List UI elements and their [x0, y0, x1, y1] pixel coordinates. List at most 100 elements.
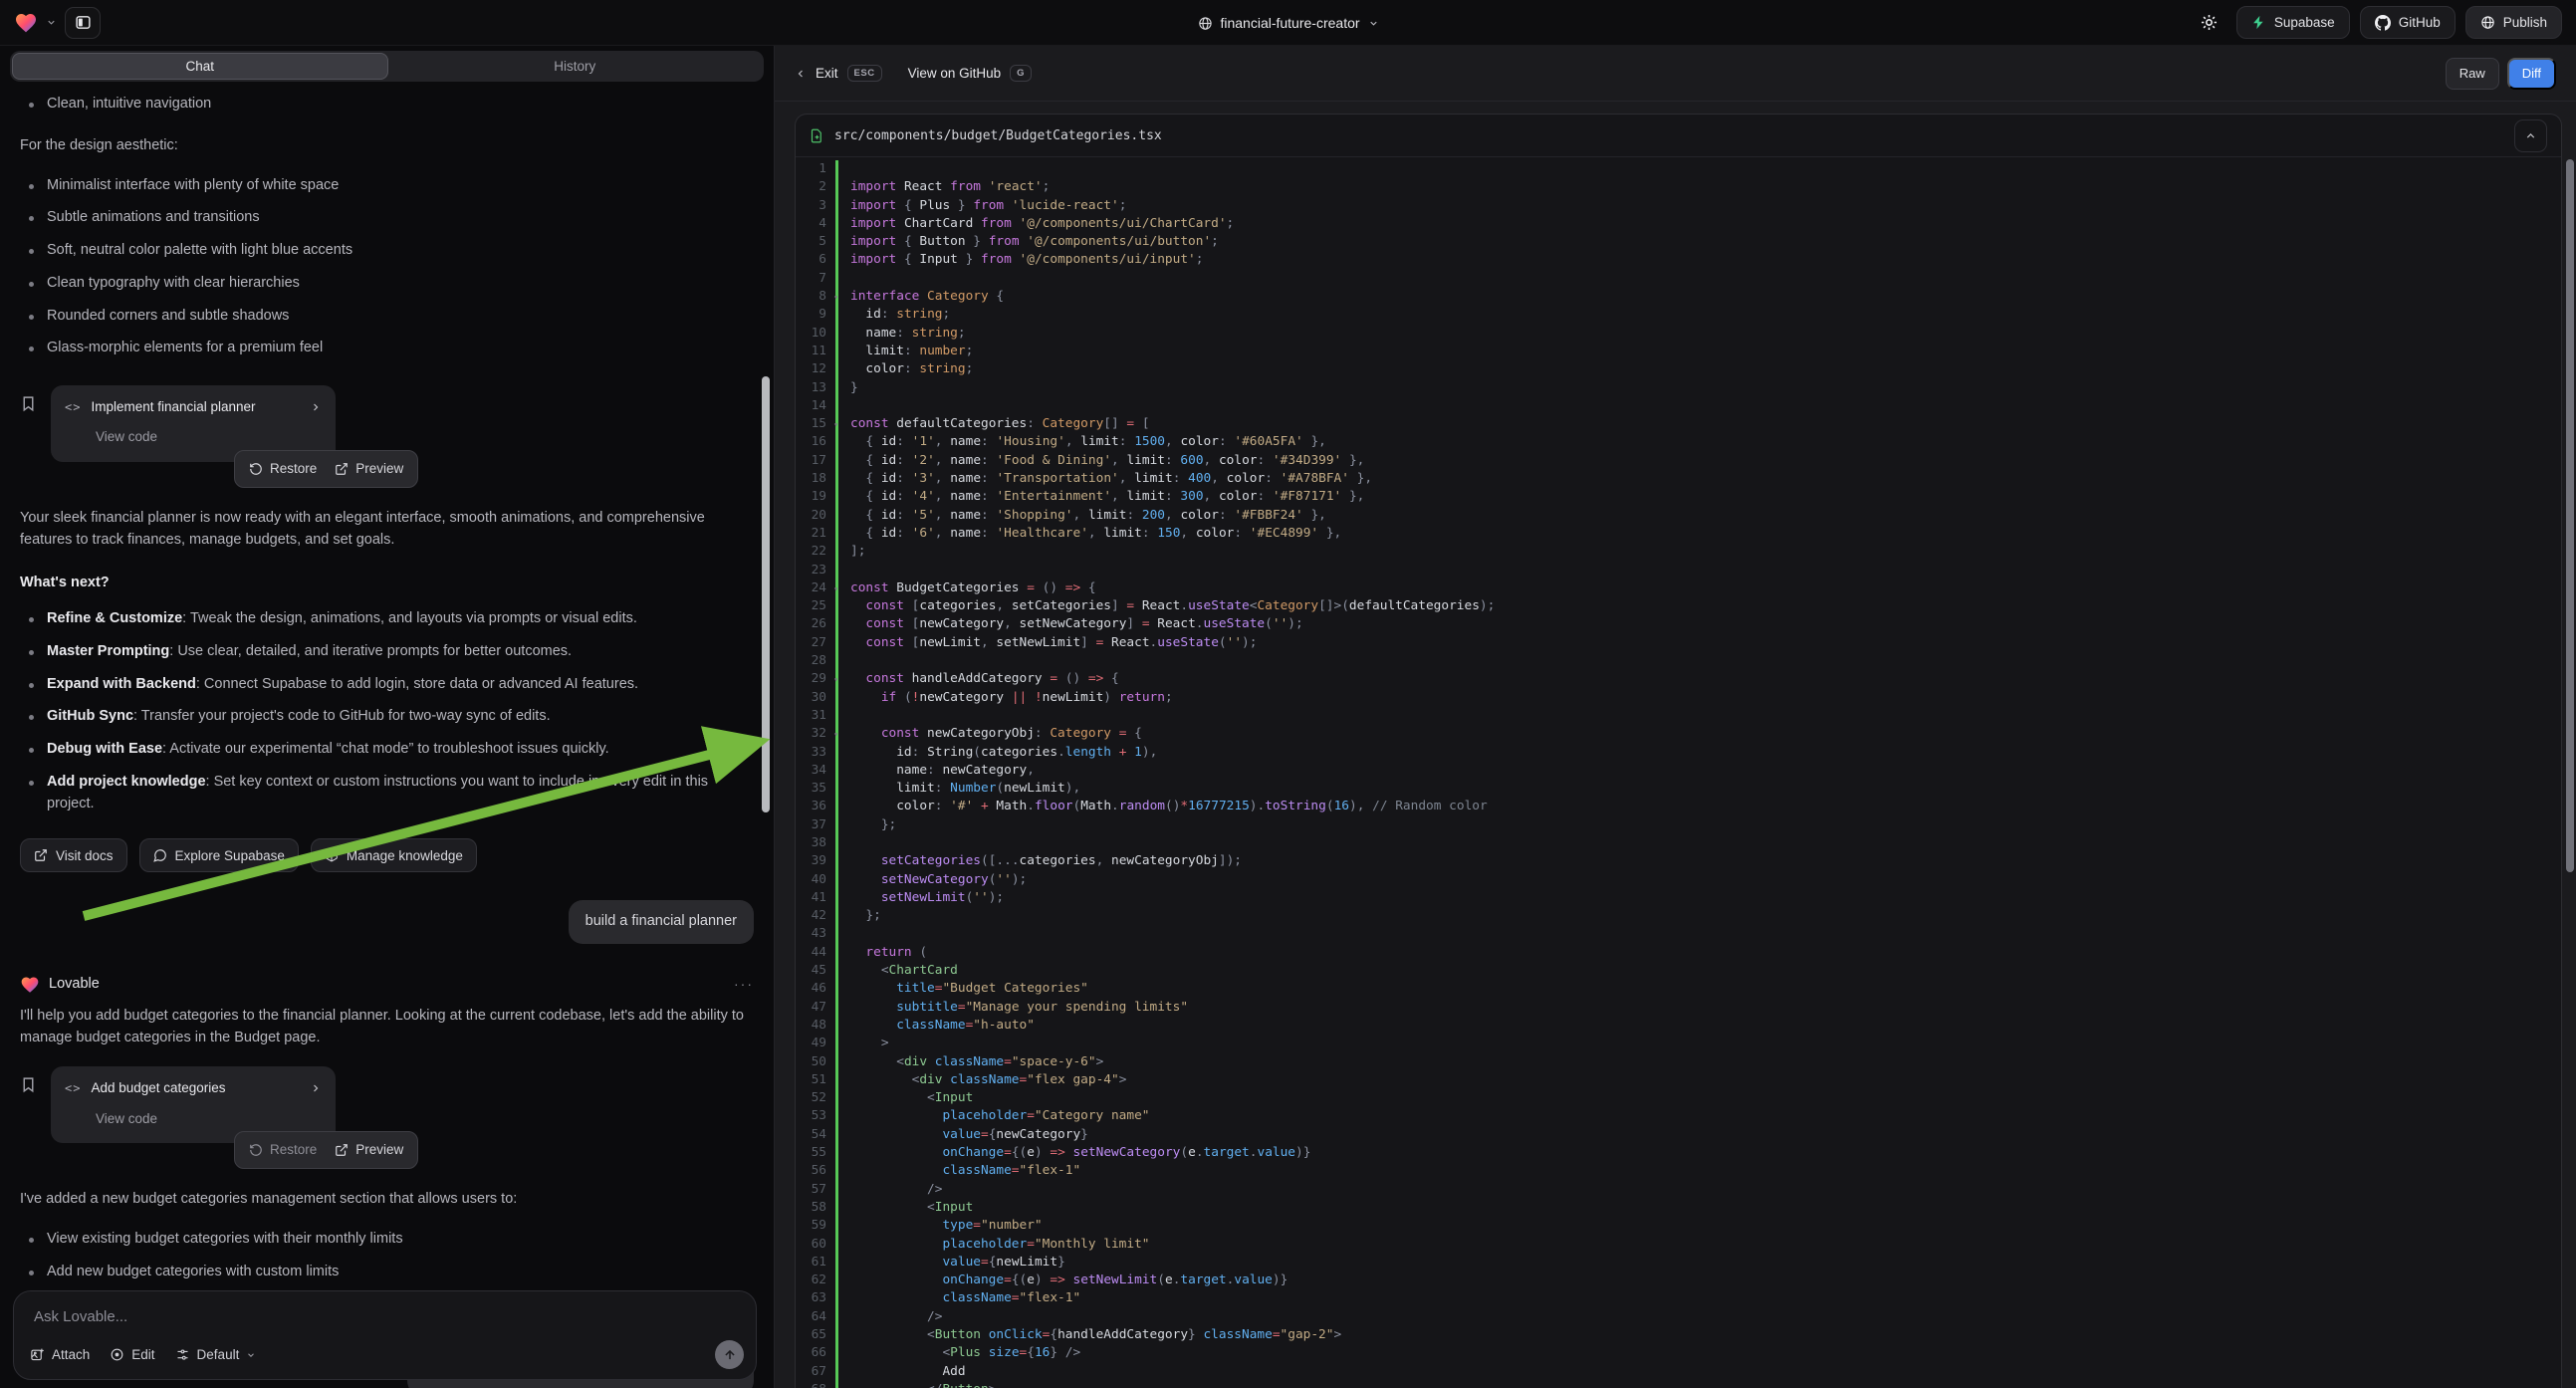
code-line: 50 <div className="space-y-6">: [796, 1053, 2561, 1071]
publish-globe-icon: [2480, 15, 2495, 30]
chevron-up-icon: [2524, 129, 2537, 142]
project-name: financial-future-creator: [1220, 15, 1359, 31]
version-actions: Restore Preview: [234, 450, 418, 488]
list-item: Refine & Customize: Tweak the design, an…: [20, 608, 754, 630]
view-on-github-button[interactable]: View on GitHub G: [908, 65, 1032, 82]
message-circle-icon: [153, 848, 167, 862]
top-bar: financial-future-creator Supabase GitHub: [0, 0, 2576, 46]
code-line: 52 <Input: [796, 1089, 2561, 1107]
code-scrollbar[interactable]: [2566, 159, 2574, 872]
raw-toggle-button[interactable]: Raw: [2446, 58, 2499, 90]
chevron-left-icon: [795, 68, 807, 80]
chat-panel: Chat History Clean, intuitive navigation…: [0, 46, 775, 1388]
code-line: 57 />: [796, 1181, 2561, 1199]
user-message: build a financial planner: [569, 900, 754, 944]
list-item: Master Prompting: Use clear, detailed, a…: [20, 641, 754, 663]
code-line: 40 setNewCategory('');: [796, 871, 2561, 889]
chevron-down-icon[interactable]: [46, 17, 57, 28]
manage-knowledge-button[interactable]: Manage knowledge: [311, 838, 477, 872]
restore-icon: [249, 1143, 263, 1157]
code-line: 27 const [newLimit, setNewLimit] = React…: [796, 634, 2561, 652]
prompt-input-box[interactable]: Ask Lovable... Attach Edit Default: [13, 1290, 757, 1380]
code-line: 55 onChange={(e) => setNewCategory(e.tar…: [796, 1144, 2561, 1162]
chat-scrollbar[interactable]: [762, 376, 770, 812]
code-line: 42 };: [796, 907, 2561, 925]
file-path: src/components/budget/BudgetCategories.t…: [834, 128, 2504, 143]
view-code-link[interactable]: View code: [96, 427, 322, 447]
chevron-down-icon: [1368, 18, 1379, 29]
preview-button[interactable]: Preview: [335, 1140, 403, 1160]
code-line: 68 </Button>: [796, 1381, 2561, 1388]
chat-messages[interactable]: Clean, intuitive navigation For the desi…: [0, 82, 774, 1388]
list-item: Add project knowledge: Set key context o…: [20, 772, 754, 815]
project-switcher[interactable]: financial-future-creator: [1197, 0, 1378, 46]
view-code-link[interactable]: View code: [96, 1109, 322, 1129]
settings-gear-button[interactable]: [2193, 6, 2226, 40]
list-item: Clean, intuitive navigation: [20, 94, 754, 116]
diff-toggle-button[interactable]: Diff: [2507, 58, 2556, 90]
bookmark-icon[interactable]: [20, 395, 37, 412]
chevron-right-icon: [310, 1082, 322, 1094]
attach-button[interactable]: Attach: [30, 1347, 90, 1362]
code-line: 23: [796, 562, 2561, 579]
code-line: 61 value={newLimit}: [796, 1254, 2561, 1272]
collapse-file-button[interactable]: [2514, 119, 2547, 152]
code-line: 62 onChange={(e) => setNewLimit(e.target…: [796, 1272, 2561, 1289]
code-line: 49 >: [796, 1035, 2561, 1052]
code-line: 51 <div className="flex gap-4">: [796, 1071, 2561, 1089]
version-card-title: Add budget categories: [91, 1078, 300, 1098]
list-item: Subtle animations and transitions: [20, 207, 754, 229]
code-editor[interactable]: 1 2import React from 'react';3import { P…: [796, 157, 2561, 1388]
code-line: 20 { id: '5', name: 'Shopping', limit: 2…: [796, 507, 2561, 525]
whats-next-list: Refine & Customize: Tweak the design, an…: [20, 608, 754, 814]
message-menu-button[interactable]: ···: [734, 974, 754, 995]
code-line: 58 <Input: [796, 1199, 2561, 1217]
code-line: 31: [796, 707, 2561, 725]
lovable-avatar: [20, 975, 40, 995]
code-line: 3import { Plus } from 'lucide-react';: [796, 197, 2561, 215]
code-line: 67 Add: [796, 1363, 2561, 1381]
code-line: 9 id: string;: [796, 306, 2561, 324]
exit-button[interactable]: Exit ESC: [795, 65, 882, 82]
model-selector[interactable]: Default: [175, 1347, 257, 1362]
sliders-icon: [175, 1347, 190, 1362]
code-line: 48 className="h-auto": [796, 1017, 2561, 1035]
sidebar-toggle-button[interactable]: [65, 7, 101, 39]
whats-next-heading: What's next?: [20, 573, 754, 594]
code-line: 38: [796, 834, 2561, 852]
file-plus-icon: [810, 128, 824, 143]
tab-history[interactable]: History: [388, 53, 763, 80]
code-line: 6import { Input } from '@/components/ui/…: [796, 251, 2561, 269]
version-card-title: Implement financial planner: [91, 397, 300, 417]
send-button[interactable]: [715, 1340, 744, 1369]
code-line: 47 subtitle="Manage your spending limits…: [796, 999, 2561, 1017]
code-line: 10 name: string;: [796, 325, 2561, 343]
supabase-button[interactable]: Supabase: [2236, 6, 2350, 39]
image-plus-icon: [30, 1347, 45, 1362]
explore-supabase-button[interactable]: Explore Supabase: [139, 838, 299, 872]
code-line: 14: [796, 397, 2561, 415]
code-line: 1: [796, 160, 2561, 178]
publish-button[interactable]: Publish: [2465, 6, 2562, 39]
target-icon: [110, 1347, 124, 1362]
visit-docs-button[interactable]: Visit docs: [20, 838, 127, 872]
restore-button[interactable]: Restore: [249, 459, 317, 479]
list-item: Glass-morphic elements for a premium fee…: [20, 338, 754, 359]
restore-icon: [249, 462, 263, 476]
github-button[interactable]: GitHub: [2360, 6, 2456, 39]
list-item: View existing budget categories with the…: [20, 1229, 754, 1251]
code-line: 65 <Button onClick={handleAddCategory} c…: [796, 1326, 2561, 1344]
restore-button[interactable]: Restore: [249, 1140, 317, 1160]
aesthetic-bullet-list: Minimalist interface with plenty of whit…: [20, 175, 754, 360]
code-line: 25 const [categories, setCategories] = R…: [796, 597, 2561, 615]
bookmark-icon[interactable]: [20, 1076, 37, 1093]
code-line: 36 color: '#' + Math.floor(Math.random()…: [796, 798, 2561, 815]
code-line: 54 value={newCategory}: [796, 1126, 2561, 1144]
preview-button[interactable]: Preview: [335, 459, 403, 479]
external-link-icon: [335, 1143, 349, 1157]
file-header[interactable]: src/components/budget/BudgetCategories.t…: [796, 115, 2561, 157]
tab-chat[interactable]: Chat: [12, 53, 388, 80]
edit-mode-button[interactable]: Edit: [110, 1347, 154, 1362]
package-icon: [325, 848, 339, 862]
lovable-logo-icon[interactable]: [14, 11, 38, 35]
